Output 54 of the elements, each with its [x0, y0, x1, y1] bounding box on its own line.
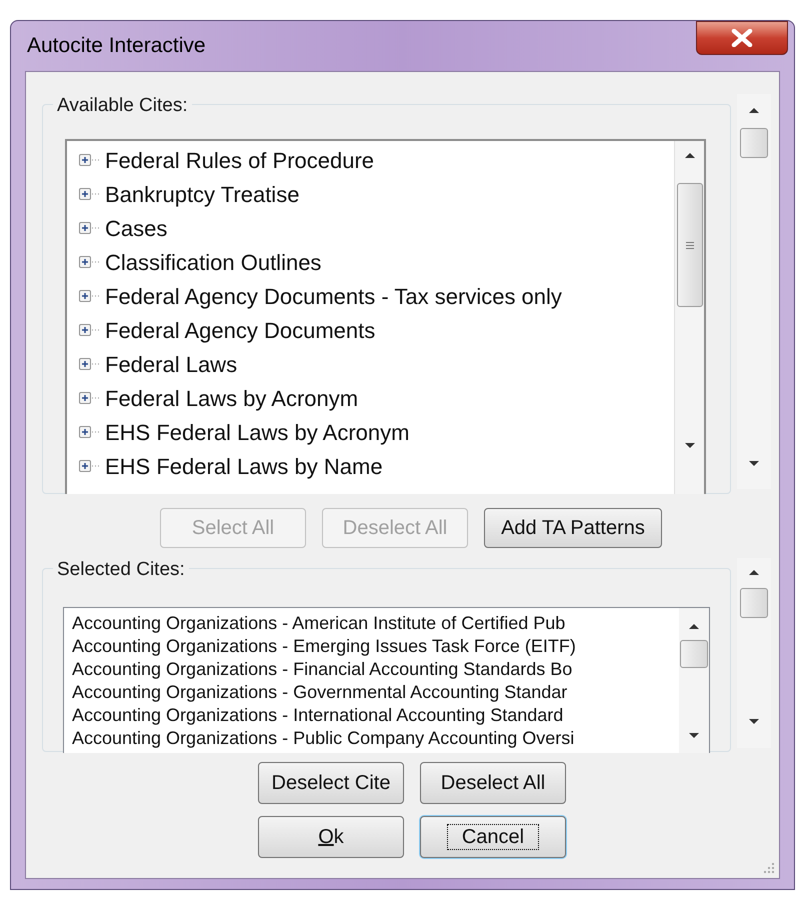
tree-item[interactable]: Federal Rules of Procedure	[105, 144, 374, 176]
scroll-thumb[interactable]	[740, 588, 768, 618]
scroll-thumb[interactable]	[680, 640, 708, 668]
scroll-thumb[interactable]	[740, 128, 768, 158]
expand-icon[interactable]	[79, 255, 101, 269]
tree-item[interactable]: Cases	[105, 212, 168, 244]
tree-view[interactable]	[65, 139, 706, 494]
list-item[interactable]: Accounting Organizations - International Accounting Standard	[72, 704, 679, 727]
tree-item[interactable]: Classification Outlines	[105, 246, 322, 278]
expand-icon[interactable]	[79, 357, 101, 371]
window-title: Autocite Interactive	[26, 33, 206, 60]
button[interactable]: Ok	[258, 816, 404, 858]
scrollbar[interactable]	[737, 558, 771, 748]
list-item[interactable]: Accounting Organizations - American Institute of Certified Pub	[72, 612, 679, 635]
scroll-down-icon[interactable]	[748, 718, 760, 726]
expand-icon[interactable]	[79, 391, 101, 405]
tree-item[interactable]: Federal Laws by Acronym	[105, 382, 358, 414]
list-item[interactable]: Accounting Organizations - Emerging Issues Task Force (EITF)	[72, 635, 679, 658]
button[interactable]: Cancel	[420, 816, 566, 858]
resize-grip-icon[interactable]	[763, 862, 775, 874]
expand-icon[interactable]	[79, 221, 101, 235]
scrollbar[interactable]	[737, 94, 771, 489]
scroll-down-icon[interactable]	[748, 460, 760, 468]
tree-item[interactable]: EHS Federal Laws by Acronym	[105, 416, 410, 448]
scroll-up-icon[interactable]	[748, 568, 760, 576]
list-item[interactable]: Accounting Organizations - Governmental Accounting Standar	[72, 681, 679, 704]
button[interactable]: Deselect Cite	[258, 762, 404, 804]
close-icon	[731, 29, 753, 47]
grip-icon	[684, 240, 694, 250]
tree-item[interactable]: Federal Agency Documents - Tax services only	[105, 280, 562, 312]
scrollbar[interactable]	[679, 608, 709, 753]
tree-item[interactable]: Bankruptcy Treatise	[105, 178, 300, 210]
expand-icon[interactable]	[79, 153, 101, 167]
expand-icon[interactable]	[79, 425, 101, 439]
list-box[interactable]	[63, 607, 710, 753]
button[interactable]: Deselect All	[420, 762, 566, 804]
expand-icon[interactable]	[79, 187, 101, 201]
expand-icon[interactable]	[79, 289, 101, 303]
tree-item[interactable]: Federal Agency Documents	[105, 314, 376, 346]
scroll-up-icon[interactable]	[688, 622, 700, 630]
close-button[interactable]	[696, 21, 788, 55]
scroll-down-icon[interactable]	[688, 732, 700, 740]
expand-icon[interactable]	[79, 459, 101, 473]
scroll-down-icon[interactable]	[684, 442, 696, 450]
tree-item[interactable]: EHS Federal Laws by Name	[105, 450, 383, 482]
tree-item[interactable]: Federal Laws	[105, 348, 238, 380]
scroll-up-icon[interactable]	[748, 106, 760, 114]
list-item[interactable]: Accounting Organizations - Public Company Accounting Oversi	[72, 727, 679, 750]
scroll-up-icon[interactable]	[684, 151, 696, 159]
expand-icon[interactable]	[79, 323, 101, 337]
list-item[interactable]: Accounting Organizations - Financial Accounting Standards Bo	[72, 658, 679, 681]
button[interactable]: Add TA Patterns	[484, 508, 662, 548]
scroll-thumb[interactable]	[676, 183, 702, 307]
scrollbar[interactable]	[674, 141, 704, 494]
